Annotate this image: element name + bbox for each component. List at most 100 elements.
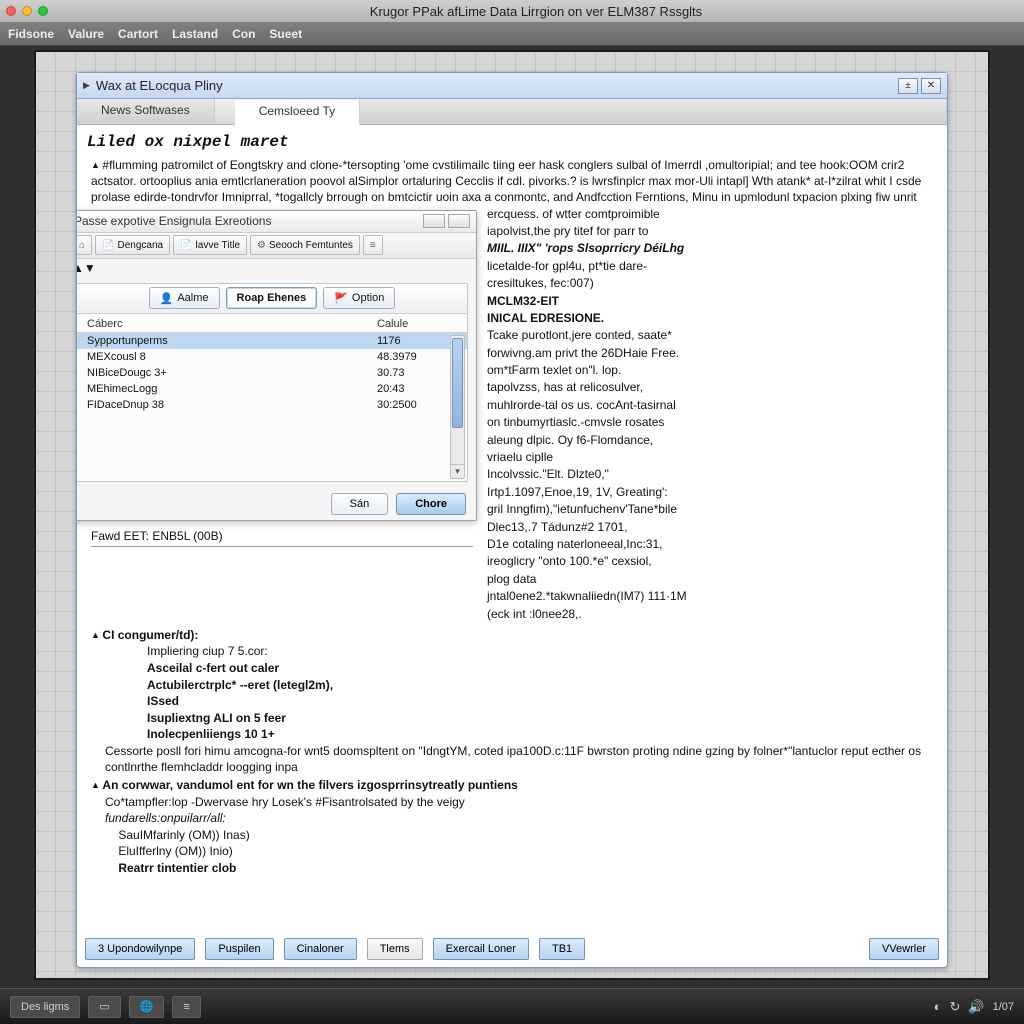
- list-header-col1[interactable]: Cáberc: [87, 318, 377, 330]
- text-line: Actubilerctrplc* --eret (letegl2m),: [147, 677, 937, 694]
- seg-roap-label: Roap Ehenes: [237, 292, 307, 304]
- scrollbar-down-arrow-icon[interactable]: ▾: [451, 464, 464, 478]
- seg-roap-ehenes[interactable]: Roap Ehenes: [226, 287, 318, 309]
- menu-fidsone[interactable]: Fidsone: [8, 27, 54, 41]
- list-cell: FIDaceDnup 38: [87, 399, 377, 411]
- text-line: forwivng.am privt the 26DHaie Free.: [487, 345, 937, 362]
- workspace-canvas: ▶ Wax at ELocqua Pliny ± ✕ News Softwase…: [34, 50, 990, 980]
- right-column-text: ercquess. of wtter comtproimible iapolvi…: [487, 206, 937, 623]
- system-tray: ◐ ↻ 🔊 1/07: [934, 999, 1014, 1015]
- text-line: Inolecpenliiengs 10 1+: [147, 726, 937, 743]
- refresh-icon[interactable]: ↻: [949, 999, 960, 1015]
- minimize-button[interactable]: ±: [898, 78, 918, 94]
- browser-icon: 🌐: [140, 1000, 154, 1013]
- list-cell: 30:2500: [377, 399, 457, 411]
- text-line: MCLM32-EIT: [487, 293, 937, 310]
- sort-toggle[interactable]: ▲▼: [77, 259, 476, 277]
- list-row[interactable]: Sypportunperms1176: [77, 333, 467, 349]
- dialog-maximize-button[interactable]: [448, 214, 470, 228]
- close-button[interactable]: ✕: [921, 78, 941, 94]
- menu-con[interactable]: Con: [232, 27, 255, 41]
- text-line: ISsed: [147, 693, 937, 710]
- tab-news-softwases[interactable]: News Softwases: [77, 99, 215, 124]
- seg-aalme[interactable]: 👤Aalme: [149, 287, 220, 309]
- list-row[interactable]: FIDaceDnup 3830:2500: [77, 397, 467, 413]
- text-line: Irtp1.1097,Enoe,19, 1V, Greating':: [487, 484, 937, 501]
- bottombar-puspilen[interactable]: Puspilen: [205, 938, 273, 960]
- text-line: plog data: [487, 571, 937, 588]
- menu-lastand[interactable]: Lastand: [172, 27, 218, 41]
- toolbar-search-label: Seooch Femtuntes: [269, 240, 353, 251]
- toolbar-overflow-button[interactable]: ≡: [363, 235, 383, 255]
- dialog-groupbox: 👤Aalme Roap Ehenes 🚩Option Cáberc Calule…: [77, 283, 468, 482]
- text-line: cresiltukes, fec:007): [487, 275, 937, 292]
- document-tab-strip: News Softwases Cemsloeed Ty: [77, 99, 947, 125]
- text-line: vriaelu ciplle: [487, 449, 937, 466]
- minimize-traffic-light[interactable]: [22, 6, 32, 16]
- bottombar-tlems[interactable]: Tlems: [367, 938, 423, 960]
- disclosure-triangle-icon[interactable]: ▶: [83, 80, 90, 91]
- bottombar-vvewrler[interactable]: VVewrler: [869, 938, 939, 960]
- text-line: jntal0ene2.*takwnaliiedn(IM7) 111·1M: [487, 588, 937, 605]
- dialog-titlebar[interactable]: Passe expotive Ensignula Exreotions: [77, 211, 476, 233]
- list-header: Cáberc Calule: [77, 314, 467, 333]
- menu-sueet[interactable]: Sueet: [269, 27, 302, 41]
- bottombar-exercail-loner[interactable]: Exercail Loner: [433, 938, 529, 960]
- volume-icon[interactable]: 🔊: [968, 999, 984, 1015]
- tab-blank: [360, 99, 947, 124]
- seg-option[interactable]: 🚩Option: [323, 287, 395, 309]
- search-icon: ⚙: [257, 240, 266, 251]
- bottombar-upondowilynpe[interactable]: 3 Upondowilynpe: [85, 938, 195, 960]
- toolbar-dengcana-button[interactable]: 📄Dengcana: [95, 235, 170, 255]
- menu-valure[interactable]: Valure: [68, 27, 104, 41]
- text-line: tapolvzss, has at relicosulver,: [487, 379, 937, 396]
- dialog-close-button[interactable]: Chore: [396, 493, 466, 515]
- segmented-control: 👤Aalme Roap Ehenes 🚩Option: [77, 284, 467, 314]
- menu-cartort[interactable]: Cartort: [118, 27, 158, 41]
- para3-head: An corwwar, vandumol ent for wn the filv…: [91, 777, 937, 794]
- taskbar-start[interactable]: Des ligms: [10, 996, 80, 1018]
- list-row[interactable]: MEXcousl 848.3979: [77, 349, 467, 365]
- os-taskbar: Des ligms ▭ 🌐 ≡ ◐ ↻ 🔊 1/07: [0, 988, 1024, 1024]
- taskbar-clock[interactable]: 1/07: [993, 1001, 1014, 1013]
- text-line: Isupliextng ALI on 5 feer: [147, 710, 937, 727]
- page-heading: Liled ox nixpel maret: [87, 133, 937, 151]
- os-titlebar: Krugor PPak afLime Data Lirrgion on ver …: [0, 0, 1024, 22]
- scrollbar-thumb[interactable]: [452, 338, 463, 428]
- dialog-minimize-button[interactable]: [423, 214, 445, 228]
- taskbar-app-1[interactable]: ▭: [88, 996, 120, 1018]
- page-icon: 📄: [180, 240, 192, 251]
- dialog-ok-button[interactable]: Sán: [331, 493, 389, 515]
- home-icon: ⌂: [79, 240, 85, 251]
- document-titlebar[interactable]: ▶ Wax at ELocqua Pliny ± ✕: [77, 73, 947, 99]
- taskbar-start-label: Des ligms: [21, 1001, 69, 1013]
- text-line: Dlec13,.7 Tádunz#2 1701,: [487, 519, 937, 536]
- document-title: Wax at ELocqua Pliny: [96, 78, 895, 93]
- intro-paragraph: #flumming patromilct of Eongtskry and cl…: [91, 157, 937, 206]
- list-row[interactable]: MEhimecLogg20:43: [77, 381, 467, 397]
- toolbar-home-button[interactable]: ⌂: [77, 235, 92, 255]
- list-box[interactable]: Sypportunperms1176 MEXcousl 848.3979 NIB…: [77, 333, 467, 481]
- close-traffic-light[interactable]: [6, 6, 16, 16]
- zoom-traffic-light[interactable]: [38, 6, 48, 16]
- text-line: Asceilal c-fert out caler: [147, 660, 937, 677]
- list-row[interactable]: NIBiceDougc 3+30.73: [77, 365, 467, 381]
- toolbar-search-femtuntes-button[interactable]: ⚙Seooch Femtuntes: [250, 235, 360, 255]
- bottombar-tb1[interactable]: TB1: [539, 938, 585, 960]
- taskbar-app-2[interactable]: 🌐: [129, 996, 165, 1018]
- taskbar-app-3[interactable]: ≡: [172, 996, 200, 1018]
- document-body: Liled ox nixpel maret #flumming patromil…: [77, 125, 947, 937]
- list-scrollbar[interactable]: ▾: [450, 335, 465, 479]
- bottombar-cinaloner[interactable]: Cinaloner: [284, 938, 357, 960]
- list-cell: Sypportunperms: [87, 335, 377, 347]
- toolbar-lavve-title-button[interactable]: 📄lavve Title: [173, 235, 247, 255]
- text-line: D1e cotaling naterloneeal,Inc:31,: [487, 536, 937, 553]
- list-cell: 20:43: [377, 383, 457, 395]
- text-line: ercquess. of wtter comtproimible: [487, 206, 937, 223]
- tab-cemsloeed-ty[interactable]: Cemsloeed Ty: [235, 100, 360, 125]
- list-header-col2[interactable]: Calule: [377, 318, 457, 330]
- status-line: Fawd EET: ENB5L (00B): [91, 529, 473, 547]
- os-window-title: Krugor PPak afLime Data Lirrgion on ver …: [54, 4, 1018, 19]
- text-line: Co*tampfler:lop -Dwervase hry Losek's #F…: [105, 794, 937, 811]
- network-icon[interactable]: ◐: [934, 999, 942, 1014]
